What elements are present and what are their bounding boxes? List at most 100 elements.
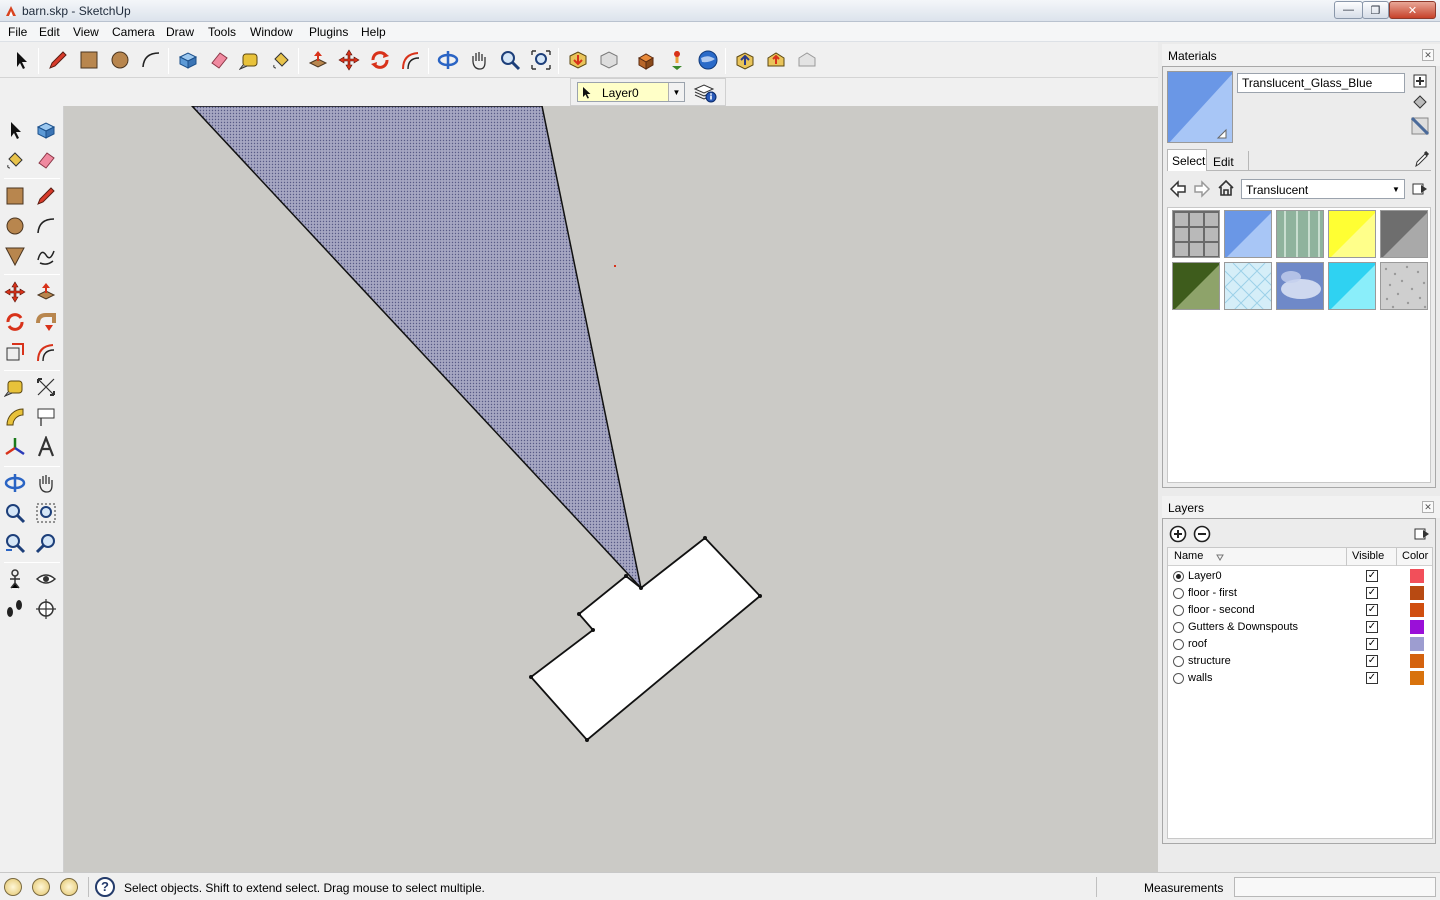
details-arrow-icon[interactable] [1411,180,1429,198]
layer-row[interactable]: floor - first ✓ [1168,585,1432,602]
layer-color-swatch[interactable] [1410,671,1424,685]
home-icon[interactable] [1217,179,1235,197]
move-tool-button[interactable] [336,47,362,73]
rotate-tool-button[interactable] [2,309,28,335]
layer-color-swatch[interactable] [1410,569,1424,583]
move-tool-button[interactable] [2,279,28,305]
swatch-glass-gray[interactable] [1380,210,1428,258]
forward-arrow-icon[interactable] [1193,180,1211,198]
rectangle-tool-button[interactable] [2,183,28,209]
close-button[interactable]: ✕ [1389,1,1436,19]
share-component-button[interactable] [633,47,659,73]
line-tool-button[interactable] [33,183,59,209]
column-name[interactable]: Name [1174,550,1203,562]
column-visible[interactable]: Visible [1352,550,1384,562]
dimension-tool-button[interactable] [33,374,59,400]
layer-name[interactable]: Layer0 [1188,570,1222,582]
model-materials-button[interactable] [1411,93,1429,111]
tape-measure-button[interactable] [237,47,263,73]
layer-color-swatch[interactable] [1410,603,1424,617]
select-tool-button[interactable] [2,117,28,143]
orbit-tool-button[interactable] [435,47,461,73]
offset-tool-button[interactable] [33,339,59,365]
layer-name[interactable]: walls [1188,672,1212,684]
swatch-glass-dark-green[interactable] [1172,262,1220,310]
paint-bucket-button[interactable] [2,147,28,173]
eraser-tool-button[interactable] [33,147,59,173]
layer-name[interactable]: Gutters & Downspouts [1188,621,1298,633]
section-plane-button[interactable] [33,596,59,622]
3d-text-button[interactable] [33,434,59,460]
layer-color-swatch[interactable] [1410,586,1424,600]
make-component-button[interactable] [175,47,201,73]
offset-tool-button[interactable] [398,47,424,73]
active-layer-radio[interactable] [1173,639,1184,650]
zoom-tool-button[interactable] [2,500,28,526]
tab-select[interactable]: Select [1167,149,1207,171]
layers-header[interactable]: Layers ✕ [1162,496,1440,518]
circle-tool-button[interactable] [2,213,28,239]
layer-color-swatch[interactable] [1410,620,1424,634]
layer-row[interactable]: Gutters & Downspouts ✓ [1168,619,1432,636]
layer-row[interactable]: roof ✓ [1168,636,1432,653]
swatch-glass-cyan[interactable] [1328,262,1376,310]
building-footprint[interactable] [529,536,762,742]
zoom-tool-button[interactable] [497,47,523,73]
walk-tool-button[interactable] [2,596,28,622]
menu-window[interactable]: Window [250,25,293,39]
text-tool-button[interactable] [33,404,59,430]
current-layer-dropdown[interactable]: Layer0 ▼ [577,82,685,102]
menu-draw[interactable]: Draw [166,25,194,39]
credits-icon[interactable] [32,878,50,896]
layer-row[interactable]: structure ✓ [1168,653,1432,670]
active-layer-radio[interactable] [1173,656,1184,667]
layer-visible-checkbox[interactable]: ✓ [1366,672,1378,684]
geo-location-icon[interactable] [4,878,22,896]
active-layer-radio[interactable] [1173,588,1184,599]
maximize-button[interactable]: ❐ [1362,1,1389,19]
axes-tool-button[interactable] [2,434,28,460]
details-arrow-icon[interactable] [1413,525,1431,543]
column-separator[interactable] [1346,548,1347,566]
layer-name[interactable]: floor - second [1188,604,1255,616]
layer-name[interactable]: structure [1188,655,1231,667]
pan-tool-button[interactable] [33,470,59,496]
active-layer-radio[interactable] [1173,673,1184,684]
freehand-tool-button[interactable] [33,243,59,269]
material-collection-dropdown[interactable]: Translucent ▼ [1241,179,1405,199]
swatch-glass-light-blue-mesh[interactable] [1224,262,1272,310]
layer-name[interactable]: roof [1188,638,1207,650]
current-material-swatch[interactable] [1167,71,1233,143]
add-layer-icon[interactable] [1169,525,1187,543]
layer-color-swatch[interactable] [1410,637,1424,651]
menu-view[interactable]: View [73,25,99,39]
polygon-tool-button[interactable] [2,243,28,269]
layer-visible-checkbox[interactable]: ✓ [1366,655,1378,667]
layer-manager-button[interactable] [691,80,719,104]
layer-visible-checkbox[interactable]: ✓ [1366,621,1378,633]
swatch-glass-sky[interactable] [1276,262,1324,310]
materials-header[interactable]: Materials ✕ [1162,44,1440,66]
column-separator[interactable] [1396,548,1397,566]
layer-row[interactable]: floor - second ✓ [1168,602,1432,619]
look-around-button[interactable] [33,566,59,592]
close-icon[interactable]: ✕ [1422,49,1434,61]
layer-visible-checkbox[interactable]: ✓ [1366,604,1378,616]
layer-visible-checkbox[interactable]: ✓ [1366,587,1378,599]
next-view-button[interactable] [33,530,59,556]
swatch-glass-blue[interactable] [1224,210,1272,258]
paint-bucket-button[interactable] [268,47,294,73]
default-material-button[interactable] [1410,116,1430,136]
layer-name[interactable]: floor - first [1188,587,1237,599]
make-component-button[interactable] [33,117,59,143]
push-pull-button[interactable] [305,47,331,73]
pan-tool-button[interactable] [466,47,492,73]
circle-tool-button[interactable] [107,47,133,73]
eraser-tool-button[interactable] [206,47,232,73]
layer-row[interactable]: Layer0 ✓ [1168,568,1432,585]
orbit-tool-button[interactable] [2,470,28,496]
layer-visible-checkbox[interactable]: ✓ [1366,570,1378,582]
minimize-button[interactable]: — [1334,1,1363,19]
help-icon[interactable]: ? [95,877,115,897]
material-name-field[interactable]: Translucent_Glass_Blue [1237,73,1405,93]
